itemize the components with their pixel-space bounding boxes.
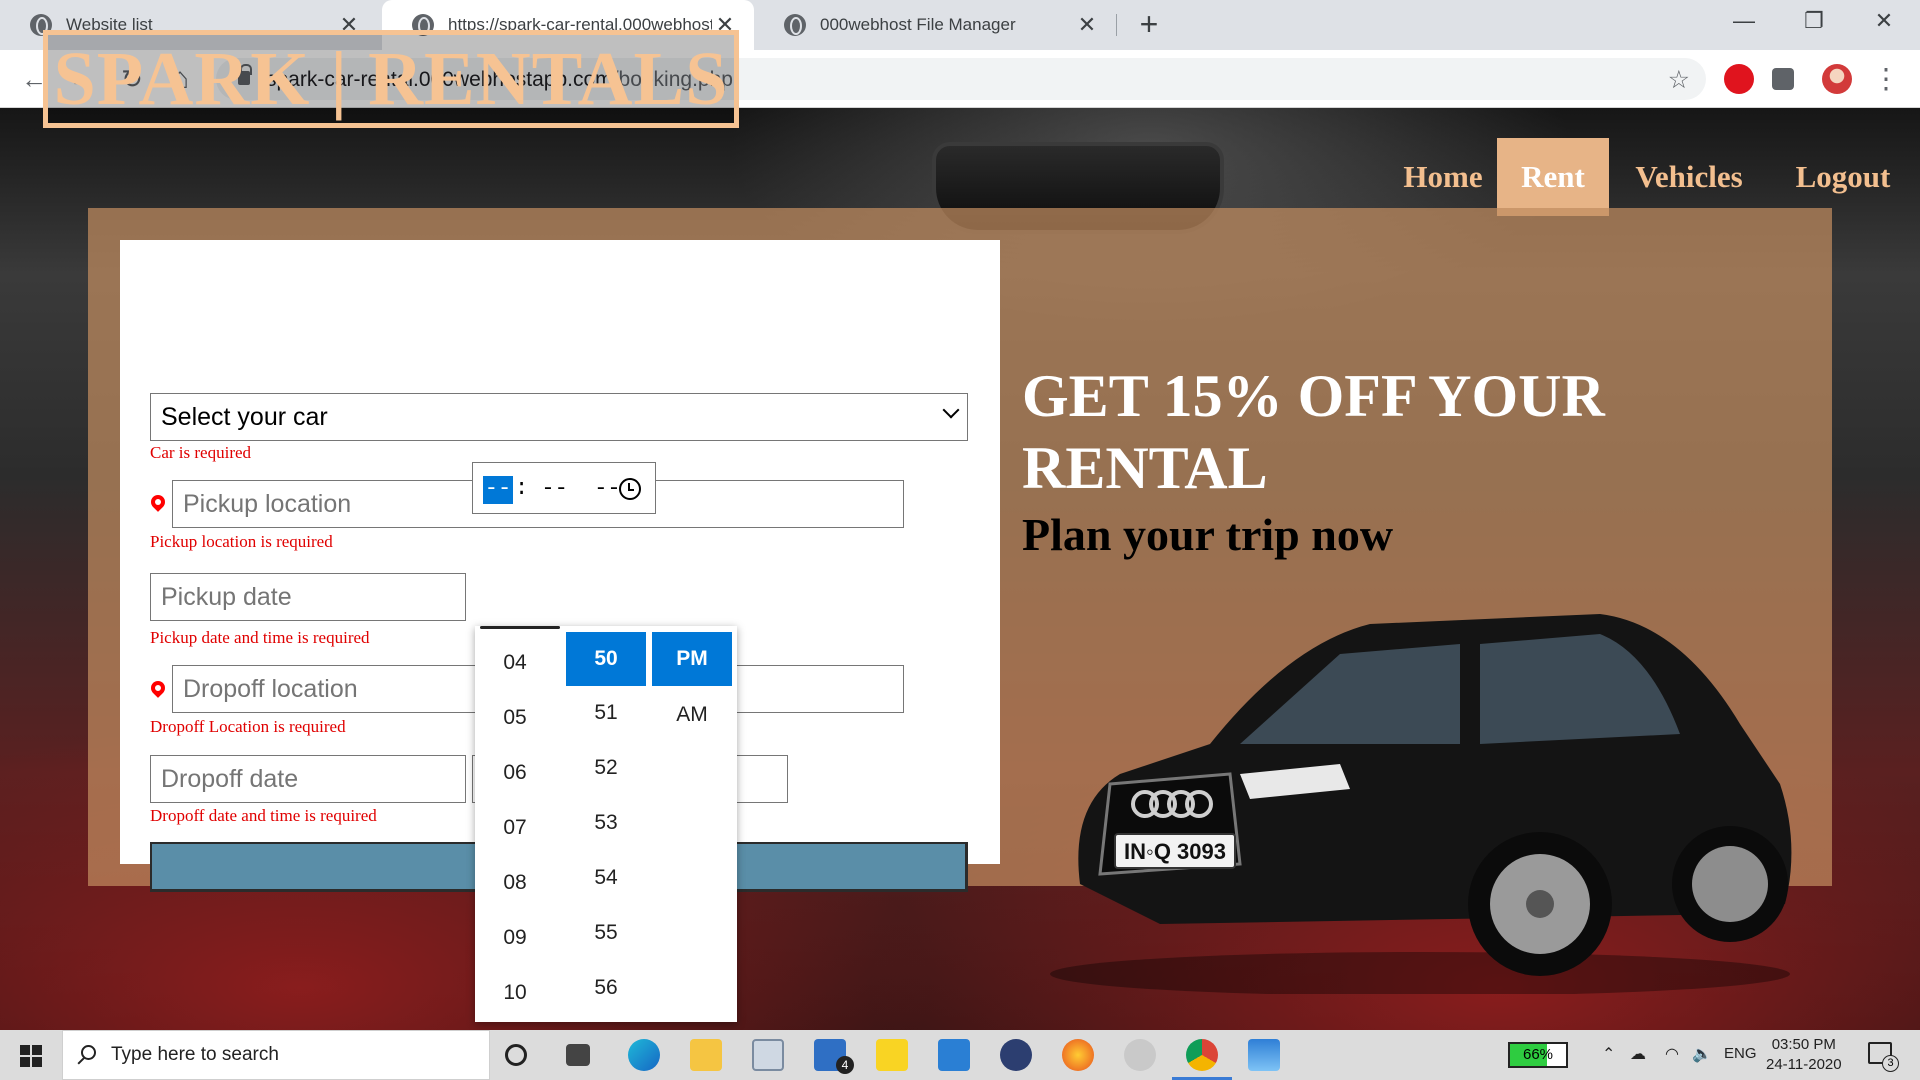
picker-hour[interactable]: 06 xyxy=(475,746,555,800)
windows-taskbar: Type here to search 4 66% ⌃ ☁ ◠ 🔈 ENG 03… xyxy=(0,1030,1920,1080)
windows-logo-icon xyxy=(32,1057,42,1067)
chevron-up-icon[interactable]: ⌃ xyxy=(1602,1044,1615,1064)
picker-hour[interactable]: 10 xyxy=(475,966,555,1020)
site-logo[interactable]: SPARK | RENTALS xyxy=(43,30,739,128)
profile-avatar[interactable] xyxy=(1822,64,1852,94)
globe-icon xyxy=(784,14,806,36)
clock-icon[interactable] xyxy=(619,478,641,500)
adblock-extension-icon[interactable] xyxy=(1724,64,1754,94)
file-explorer-icon[interactable] xyxy=(690,1039,722,1071)
chevron-down-icon xyxy=(942,401,960,419)
taskbar-search-placeholder: Type here to search xyxy=(111,1044,279,1065)
dropoff-date-error: Dropoff date and time is required xyxy=(150,806,377,825)
clock-date: 24-11-2020 xyxy=(1766,1056,1842,1073)
license-plate: IN◦Q 3093 xyxy=(1124,839,1226,864)
paint-icon[interactable] xyxy=(1124,1039,1156,1071)
pickup-date-error: Pickup date and time is required xyxy=(150,628,370,647)
car-select-value: Select your car xyxy=(161,402,328,431)
notification-count: 3 xyxy=(1882,1055,1899,1072)
picker-minute[interactable]: 52 xyxy=(566,741,646,795)
dropoff-location-error: Dropoff Location is required xyxy=(150,717,346,736)
nav-logout[interactable]: Logout xyxy=(1778,138,1908,216)
snipping-tool-icon[interactable] xyxy=(752,1039,784,1071)
system-clock[interactable]: 03:50 PM 24-11-2020 xyxy=(1766,1035,1842,1075)
promo-headline: GET 15% OFF YOUR RENTAL xyxy=(1022,363,1605,501)
pickup-time-input[interactable]: -- : -- -- xyxy=(472,462,656,514)
pickup-location-error: Pickup location is required xyxy=(150,532,333,551)
notification-center-icon[interactable]: 3 xyxy=(1868,1042,1899,1072)
site-logo-text: SPARK | RENTALS xyxy=(53,36,729,121)
picker-minute[interactable]: 53 xyxy=(566,796,646,850)
car-select[interactable]: Select your car xyxy=(150,393,968,441)
windows-logo-icon xyxy=(20,1045,30,1055)
pickup-time-hour[interactable]: -- xyxy=(483,476,513,504)
time-picker-dropdown: 04 05 06 07 08 09 10 50 51 52 53 54 55 5… xyxy=(475,626,737,1022)
picker-hour[interactable]: 05 xyxy=(475,691,555,745)
edge-browser-icon[interactable] xyxy=(628,1039,660,1071)
eclipse-icon[interactable] xyxy=(1000,1039,1032,1071)
picker-hour[interactable]: 07 xyxy=(475,801,555,855)
restore-button[interactable]: ❐ xyxy=(1780,0,1848,42)
picker-hour[interactable]: 08 xyxy=(475,856,555,910)
windows-logo-icon xyxy=(32,1045,42,1055)
tab-separator xyxy=(1116,14,1117,36)
bookmark-star-icon[interactable]: ☆ xyxy=(1668,65,1690,95)
taskbar-search[interactable]: Type here to search xyxy=(62,1030,490,1080)
pickup-date-input[interactable]: Pickup date xyxy=(150,573,466,621)
nav-rent[interactable]: Rent xyxy=(1497,138,1609,216)
car-error: Car is required xyxy=(150,443,252,462)
nav-home[interactable]: Home xyxy=(1382,138,1504,216)
promo-subline: Plan your trip now xyxy=(1022,509,1394,560)
windows-logo-icon xyxy=(20,1057,30,1067)
extensions-puzzle-icon[interactable] xyxy=(1772,68,1794,90)
vscode-icon[interactable] xyxy=(938,1039,970,1071)
language-indicator[interactable]: ENG xyxy=(1724,1045,1757,1062)
sticky-notes-icon[interactable] xyxy=(876,1039,908,1071)
cortana-icon[interactable] xyxy=(505,1044,527,1066)
picker-hour[interactable]: 09 xyxy=(475,911,555,965)
photos-icon[interactable] xyxy=(1248,1039,1280,1071)
picker-minute[interactable]: 51 xyxy=(566,686,646,740)
tab-close-icon[interactable]: ✕ xyxy=(1074,12,1100,38)
tab-file-manager[interactable]: 000webhost File Manager ✕ xyxy=(754,0,1116,50)
picker-hour[interactable]: 04 xyxy=(475,636,555,690)
dropoff-date-input[interactable]: Dropoff date xyxy=(150,755,466,803)
search-icon xyxy=(81,1045,96,1060)
car-image: IN◦Q 3093 xyxy=(1050,614,1792,994)
close-window-button[interactable]: ✕ xyxy=(1850,0,1918,42)
chrome-icon[interactable] xyxy=(1186,1039,1218,1071)
new-tab-button[interactable]: + xyxy=(1130,6,1168,44)
picker-minute[interactable]: 54 xyxy=(566,851,646,905)
start-button[interactable] xyxy=(0,1030,62,1080)
nav-vehicles[interactable]: Vehicles xyxy=(1622,138,1756,216)
picker-minute[interactable]: 56 xyxy=(566,961,646,1015)
onedrive-cloud-icon[interactable]: ☁ xyxy=(1630,1044,1646,1064)
volume-icon[interactable]: 🔈 xyxy=(1692,1044,1712,1064)
task-view-icon[interactable] xyxy=(566,1044,590,1066)
picker-period[interactable]: AM xyxy=(652,688,732,742)
minimize-button[interactable]: — xyxy=(1710,0,1778,42)
picker-scroll-indicator xyxy=(480,626,560,629)
wifi-icon[interactable]: ◠ xyxy=(1665,1044,1679,1064)
tab-title: 000webhost File Manager xyxy=(820,15,1016,34)
picker-minute[interactable]: 55 xyxy=(566,906,646,960)
browser-menu-icon[interactable]: ⋮ xyxy=(1866,59,1906,99)
mail-badge: 4 xyxy=(836,1056,854,1074)
firefox-icon[interactable] xyxy=(1062,1039,1094,1071)
picker-minute-selected[interactable]: 50 xyxy=(566,632,646,686)
picker-period-selected[interactable]: PM xyxy=(652,632,732,686)
clock-time: 03:50 PM xyxy=(1771,1036,1836,1053)
pickup-time-rest: : -- -- xyxy=(515,476,621,501)
battery-indicator[interactable]: 66% xyxy=(1508,1042,1568,1068)
battery-text: 66% xyxy=(1522,1046,1554,1063)
